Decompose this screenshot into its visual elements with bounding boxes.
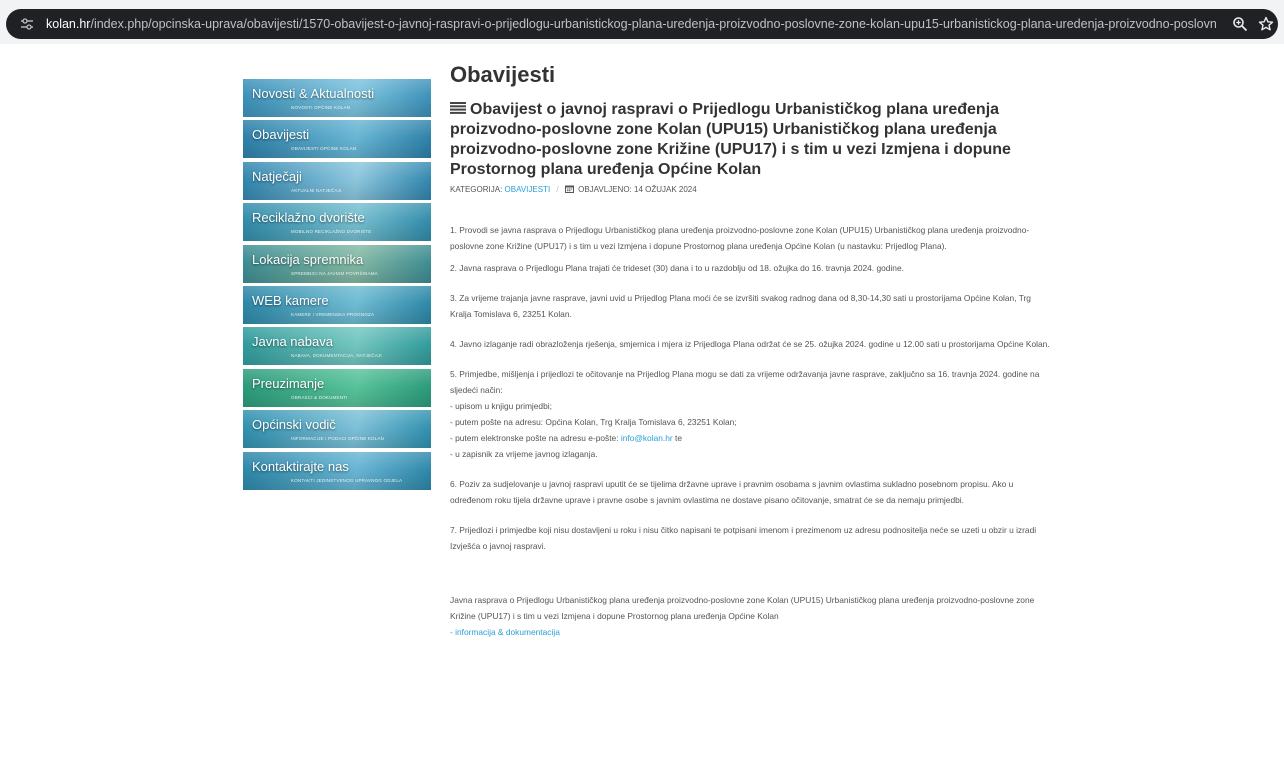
sidebar-item[interactable]: Obavijesti Obavijesti Općine Kolan	[242, 119, 432, 160]
email-prefix: - putem elektronske pošte na adresu e-po…	[450, 433, 621, 443]
sidebar-item-sublabel: Spremnici na javnim površinama	[291, 270, 378, 276]
sidebar-item-sublabel: Aktualni natječaji	[291, 187, 342, 193]
sidebar-item-label: Obavijesti	[252, 127, 310, 143]
list-item: - putem elektronske pošte na adresu e-po…	[450, 430, 1050, 446]
sidebar-menu: Novosti & Aktualnosti Novosti Općine Kola…	[242, 78, 432, 492]
browser-address-bar: kolan.hr/index.php/opcinska-uprava/obavi…	[0, 0, 1284, 44]
article-title[interactable]: Obavijest o javnoj raspravi o Prijedlogu…	[450, 100, 1050, 180]
published-date: Objavljeno: 14 ožujak 2024	[578, 185, 697, 194]
sidebar-item[interactable]: Javna nabava Nabava, dokumentacija, natje…	[242, 326, 432, 367]
article-body: 1. Provodi se javna rasprava o Prijedlog…	[450, 222, 1050, 640]
sidebar-item[interactable]: Kontaktirajte nas Kontakti jedinstvenog u…	[242, 450, 432, 491]
sidebar-item-label: Natječaji	[252, 168, 302, 184]
sidebar-item-sublabel: Mobilno reciklažno dvorište	[291, 229, 372, 235]
list-item: - upisom u knjigu primjedbi;	[450, 401, 552, 411]
article-title-text: Obavijest o javnoj raspravi o Prijedlogu…	[450, 101, 1011, 178]
footer-paragraph: Javna rasprava o Prijedlogu Urbanističko…	[450, 595, 1035, 621]
email-suffix: te	[672, 433, 682, 443]
sidebar-item[interactable]: Lokacija spremnika Spremnici na javnim po…	[242, 243, 432, 284]
sidebar-item[interactable]: Novosti & Aktualnosti Novosti Općine Kola…	[242, 78, 432, 118]
paragraph-5-intro: 5. Primjedbe, mišljenja i prijedlozi te …	[450, 369, 1040, 395]
category-link[interactable]: Obavijesti	[505, 185, 551, 194]
sidebar-item-label: Novosti & Aktualnosti	[252, 86, 375, 101]
url-text[interactable]: kolan.hr/index.php/opcinska-uprava/obavi…	[46, 16, 1216, 32]
sidebar-item[interactable]: WEB kamere Kamere i vremenska prognoza	[242, 284, 432, 325]
sidebar-item-label: Lokacija spremnika	[252, 251, 364, 267]
sidebar-item-sublabel: Obavijesti Općine Kolan	[291, 146, 357, 152]
sidebar-item-label: Javna nabava	[252, 334, 333, 350]
category-label: Kategorija:	[450, 185, 503, 194]
paragraph-6: 6. Poziv za sudjelovanje u javnoj raspra…	[450, 479, 1014, 505]
email-link[interactable]: info@kolan.hr	[621, 433, 673, 443]
paragraph-3: 3. Za vrijeme trajanja javne rasprave, j…	[450, 293, 1031, 319]
zoom-icon[interactable]	[1232, 16, 1248, 32]
sidebar-item[interactable]: Preuzimanje Obrasci & dokumenti	[242, 367, 432, 408]
paragraph-4: 4. Javno izlaganje radi obrazloženja rje…	[450, 339, 1050, 349]
sidebar-item-sublabel: Novosti Općine Kolan	[291, 105, 351, 110]
site-settings-icon[interactable]	[20, 17, 34, 31]
sidebar-item[interactable]: Natječaji Aktualni natječaji	[242, 160, 432, 201]
sidebar-item-label: WEB kamere	[252, 292, 329, 308]
bookmark-star-icon[interactable]	[1258, 16, 1274, 32]
page-title: Obavijesti	[450, 62, 556, 87]
article-meta: Kategorija: Obavijesti / Objavljeno: 14 …	[450, 184, 1050, 196]
sidebar-item-label: Kontaktirajte nas	[252, 458, 349, 474]
main-content: Obavijesti Obavijest o javnoj raspravi o…	[450, 60, 1050, 640]
documentation-link[interactable]: - informacija & dokumentacija	[450, 627, 560, 637]
sidebar-item-label: Preuzimanje	[252, 375, 325, 391]
sidebar-item-sublabel: Kamere i vremenska prognoza	[291, 311, 375, 317]
meta-separator: /	[556, 185, 559, 194]
list-item: - putem pošte na adresu: Općina Kolan, T…	[450, 417, 737, 427]
list-item: - u zapisnik za vrijeme javnog izlaganja…	[450, 449, 598, 459]
sidebar-item[interactable]: Reciklažno dvorište Mobilno reciklažno dv…	[242, 202, 432, 243]
omnibox[interactable]: kolan.hr/index.php/opcinska-uprava/obavi…	[6, 9, 1278, 39]
sidebar-item-sublabel: Nabava, dokumentacija, natječaji	[291, 353, 382, 359]
paragraph-1: 1. Provodi se javna rasprava o Prijedlog…	[450, 225, 1030, 251]
paragraph-7: 7. Prijedlozi i primjedbe koji nisu dost…	[450, 525, 1037, 551]
calendar-icon	[564, 185, 574, 193]
sidebar-item-label: Općinski vodič	[252, 417, 336, 433]
url-host: kolan.hr	[46, 17, 91, 31]
list-icon	[450, 102, 466, 114]
paragraph-2: 2. Javna rasprava o Prijedlogu Plana tra…	[450, 263, 904, 273]
sidebar-item-sublabel: Obrasci & dokumenti	[291, 394, 348, 400]
sidebar-item-label: Reciklažno dvorište	[252, 210, 365, 226]
documentation-link-row: - informacija & dokumentacija	[450, 624, 1050, 640]
sidebar-item-sublabel: Kontakti jedinstvenog upravnog odjela	[291, 477, 403, 483]
url-path: /index.php/opcinska-uprava/obavijesti/15…	[90, 17, 1216, 31]
sidebar-item[interactable]: Općinski vodič Informacije i podaci Općin…	[242, 409, 432, 450]
sidebar-item-sublabel: Informacije i podaci Općine Kolan	[291, 436, 385, 442]
